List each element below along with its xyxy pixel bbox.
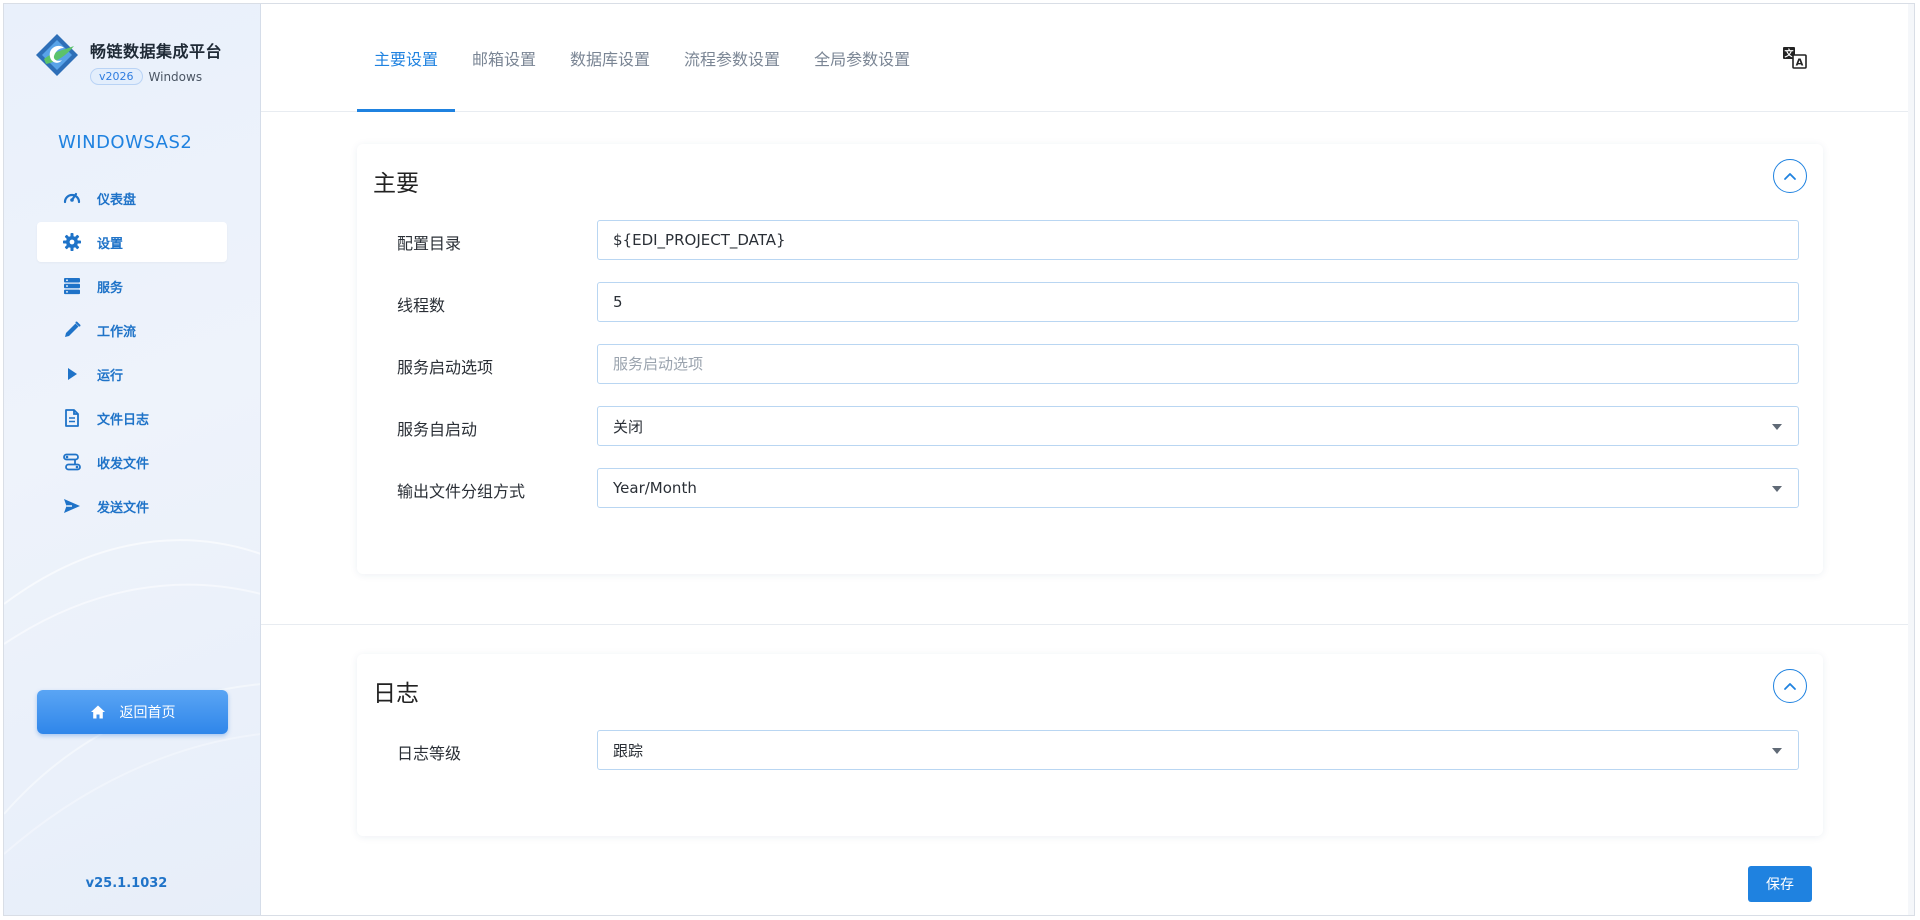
- project-name: WINDOWSAS2: [58, 132, 193, 153]
- log-level-select[interactable]: 跟踪: [597, 730, 1799, 770]
- sidebar-item-transfer-files[interactable]: 收发文件: [37, 442, 227, 482]
- brand-title: 畅链数据集成平台: [90, 42, 223, 61]
- threads-row: 线程数: [397, 282, 1799, 324]
- save-button[interactable]: 保存: [1748, 866, 1812, 902]
- sidebar-item-label: 设置: [97, 236, 124, 252]
- caret-down-icon: [1772, 424, 1782, 430]
- home-button-label: 返回首页: [119, 705, 176, 721]
- config-dir-field[interactable]: [597, 220, 1799, 260]
- sidebar-item-label: 工作流: [97, 324, 137, 340]
- sidebar-item-label: 发送文件: [97, 500, 150, 516]
- caret-down-icon: [1772, 486, 1782, 492]
- chevron-up-icon: [1784, 173, 1796, 180]
- tab-process-params[interactable]: 流程参数设置: [667, 4, 797, 111]
- sidebar-item-file-log[interactable]: 文件日志: [37, 398, 227, 438]
- pencil-icon: [61, 319, 83, 341]
- threads-field[interactable]: [597, 282, 1799, 322]
- caret-down-icon: [1772, 748, 1782, 754]
- auto-start-label: 服务自启动: [397, 420, 478, 439]
- config-dir-input[interactable]: [613, 231, 1783, 249]
- section-divider: [261, 624, 1914, 625]
- sidebar-item-label: 文件日志: [97, 412, 150, 428]
- sidebar-item-settings[interactable]: 设置: [37, 222, 227, 262]
- output-grouping-select[interactable]: Year/Month: [597, 468, 1799, 508]
- sidebar: 畅链数据集成平台 v2026 Windows WINDOWSAS2 仪表盘 设置: [4, 4, 261, 915]
- log-level-label: 日志等级: [397, 744, 462, 763]
- auto-start-value: 关闭: [613, 417, 644, 436]
- output-grouping-label: 输出文件分组方式: [397, 482, 526, 501]
- tab-database-settings[interactable]: 数据库设置: [553, 4, 667, 111]
- home-button[interactable]: 返回首页: [37, 690, 228, 734]
- main-settings-card: 主要 配置目录 线程数 服务启动选项: [357, 144, 1823, 574]
- brand: 畅链数据集成平台 v2026 Windows: [34, 32, 222, 85]
- service-options-row: 服务启动选项: [397, 344, 1799, 386]
- log-level-row: 日志等级 跟踪: [397, 730, 1799, 772]
- output-grouping-row: 输出文件分组方式 Year/Month: [397, 468, 1799, 510]
- tab-main-settings[interactable]: 主要设置: [357, 4, 456, 112]
- config-dir-row: 配置目录: [397, 220, 1799, 262]
- scrollbar-track[interactable]: [1908, 4, 1914, 915]
- chevron-up-icon: [1784, 683, 1796, 690]
- route-icon: [61, 451, 83, 473]
- svg-text:A: A: [1796, 58, 1804, 69]
- config-dir-label: 配置目录: [397, 234, 462, 253]
- sidebar-item-run[interactable]: 运行: [37, 354, 227, 394]
- service-options-field[interactable]: [597, 344, 1799, 384]
- service-options-label: 服务启动选项: [397, 358, 494, 377]
- main-content: 主要设置 邮箱设置 数据库设置 流程参数设置 全局参数设置 文 A 主要 配置目…: [261, 4, 1914, 915]
- platform-label: Windows: [148, 69, 203, 84]
- sidebar-item-dashboard[interactable]: 仪表盘: [37, 178, 227, 218]
- sidebar-item-send-files[interactable]: 发送文件: [37, 486, 227, 526]
- log-level-value: 跟踪: [613, 741, 644, 760]
- tab-mail-settings[interactable]: 邮箱设置: [455, 4, 553, 111]
- server-icon: [61, 275, 83, 297]
- auto-start-row: 服务自启动 关闭: [397, 406, 1799, 448]
- app-version: v25.1.1032: [85, 876, 168, 891]
- sidebar-item-label: 仪表盘: [97, 192, 137, 208]
- translate-icon[interactable]: 文 A: [1782, 46, 1808, 70]
- collapse-main-button[interactable]: [1773, 159, 1807, 193]
- sidebar-item-workflow[interactable]: 工作流: [37, 310, 227, 350]
- dashboard-gauge-icon: [61, 187, 83, 209]
- app-window: 畅链数据集成平台 v2026 Windows WINDOWSAS2 仪表盘 设置: [3, 3, 1915, 916]
- sidebar-item-label: 运行: [97, 368, 124, 384]
- home-icon: [90, 705, 105, 719]
- gear-icon: [61, 231, 83, 253]
- section-title: 日志: [373, 681, 419, 707]
- send-icon: [61, 495, 83, 517]
- threads-label: 线程数: [397, 296, 446, 315]
- tab-bar: 主要设置 邮箱设置 数据库设置 流程参数设置 全局参数设置 文 A: [261, 4, 1914, 112]
- tab-global-params[interactable]: 全局参数设置: [797, 4, 927, 111]
- play-icon: [61, 363, 83, 385]
- sidebar-nav: 仪表盘 设置 服务 工作流 运行 文件日志 收发文件 发送文件: [37, 178, 227, 530]
- brand-logo-icon: [36, 34, 78, 76]
- auto-start-select[interactable]: 关闭: [597, 406, 1799, 446]
- log-settings-card: 日志 日志等级 跟踪: [357, 654, 1823, 836]
- sidebar-item-label: 服务: [97, 280, 124, 296]
- sidebar-item-label: 收发文件: [97, 456, 150, 472]
- section-title: 主要: [373, 171, 419, 197]
- output-grouping-value: Year/Month: [613, 479, 697, 497]
- sidebar-item-services[interactable]: 服务: [37, 266, 227, 306]
- document-icon: [61, 407, 83, 429]
- version-badge: v2026: [90, 68, 143, 85]
- threads-input[interactable]: [613, 293, 1783, 311]
- service-options-input[interactable]: [613, 355, 1783, 373]
- collapse-log-button[interactable]: [1773, 669, 1807, 703]
